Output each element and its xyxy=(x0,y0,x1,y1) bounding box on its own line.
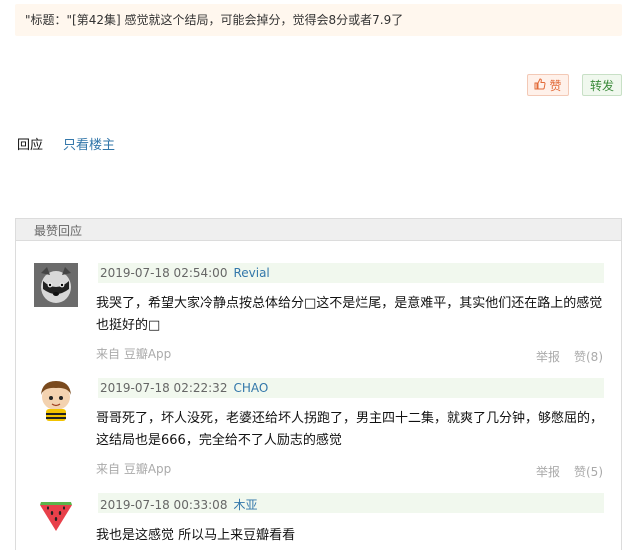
avatar[interactable] xyxy=(34,377,78,421)
comment-source: 来自 豆瓣App xyxy=(96,347,172,361)
tab-only-op[interactable]: 只看楼主 xyxy=(63,134,115,153)
comment-actions: 举报 赞(5) xyxy=(522,463,603,480)
best-replies-panel: 最赞回应 2019-07-18 02:54:00 Revial 我哭了，希望大家冷… xyxy=(15,218,622,550)
post-title-quote: "标题："[第42集] 感觉就这个结局，可能会掉分，觉得会8分或者7.9了 xyxy=(15,4,622,36)
comment-meta: 2019-07-18 02:22:32 CHAO xyxy=(98,378,604,398)
comment-source: 来自 豆瓣App xyxy=(96,462,172,476)
comment-author[interactable]: CHAO xyxy=(233,381,268,395)
comment-actions: 举报 赞(8) xyxy=(522,348,603,365)
comment-content: 我哭了，希望大家冷静点按总体给分□这不是烂尾，是意难平，其实他们还在路上的感觉也… xyxy=(96,296,603,333)
tab-replies[interactable]: 回应 xyxy=(17,134,43,153)
avatar[interactable] xyxy=(34,491,78,535)
comment-content: 我也是这感觉 所以马上来豆瓣看看 xyxy=(96,528,296,543)
comment-content: 哥哥死了，坏人没死，老婆还给坏人拐跑了，男主四十二集，就爽了几分钟，够憋屈的，这… xyxy=(96,411,604,448)
like-count-link[interactable]: 赞(5) xyxy=(574,465,603,479)
comment-meta: 2019-07-18 00:33:08 木亚 xyxy=(98,493,604,513)
comment-date: 2019-07-18 02:22:32 xyxy=(100,381,228,395)
comment-date: 2019-07-18 00:33:08 xyxy=(100,498,228,512)
share-button[interactable]: 转发 xyxy=(582,74,622,96)
thumbs-up-icon xyxy=(534,77,546,93)
like-count-link[interactable]: 赞(8) xyxy=(574,350,603,364)
share-button-label: 转发 xyxy=(589,78,614,93)
best-replies-header: 最赞回应 xyxy=(16,219,621,241)
reply-tabs: 回应 只看楼主 xyxy=(17,134,115,153)
avatar[interactable] xyxy=(34,263,78,307)
report-link[interactable]: 举报 xyxy=(536,465,560,479)
post-title-text: "标题："[第42集] 感觉就这个结局，可能会掉分，觉得会8分或者7.9了 xyxy=(25,13,404,27)
comment-date: 2019-07-18 02:54:00 xyxy=(100,266,228,280)
comment-author[interactable]: Revial xyxy=(233,266,269,280)
like-button-label: 赞 xyxy=(549,78,562,93)
report-link[interactable]: 举报 xyxy=(536,350,560,364)
comment-author[interactable]: 木亚 xyxy=(233,498,257,512)
like-button[interactable]: 赞 xyxy=(527,74,569,96)
comment-meta: 2019-07-18 02:54:00 Revial xyxy=(98,263,604,283)
